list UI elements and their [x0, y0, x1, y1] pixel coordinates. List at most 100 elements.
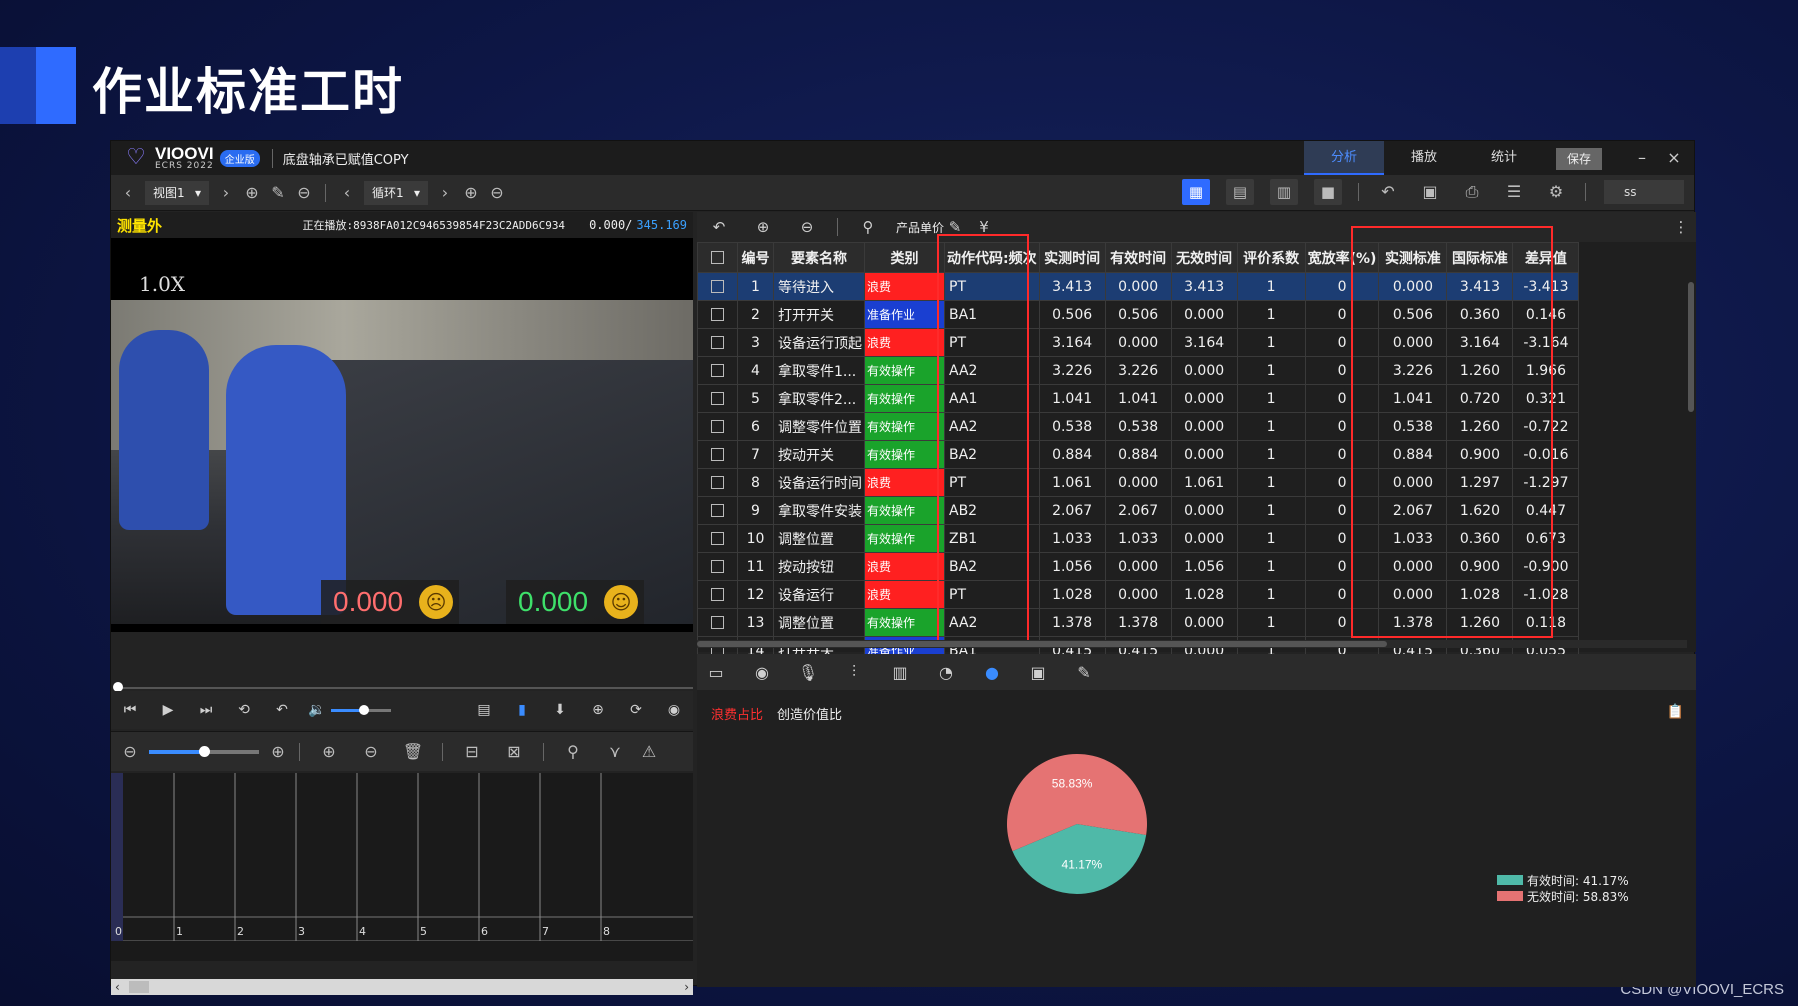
row-checkbox[interactable] [711, 504, 724, 517]
cell-allowance[interactable]: 0 [1304, 328, 1380, 357]
cell-rating-coef[interactable]: 1 [1236, 412, 1306, 441]
column-header[interactable]: 宽放率(%) [1304, 242, 1380, 273]
table-scroll-thumb[interactable] [697, 641, 1387, 647]
save-button[interactable]: 保存 [1556, 148, 1602, 170]
cell-allowance[interactable]: 0 [1304, 552, 1380, 581]
collapse-icon[interactable]: ⊟ [459, 739, 485, 765]
cell-category[interactable]: 浪费 [864, 580, 945, 609]
cell-allowance[interactable]: 0 [1304, 300, 1380, 329]
merge-icon[interactable]: ⋎ [602, 739, 628, 765]
cell-element-name[interactable]: 打开开关 [773, 300, 865, 329]
trash-icon[interactable]: 🗑 [400, 739, 426, 765]
tab-waste-ratio[interactable]: 浪费占比 [711, 704, 763, 723]
timeline-zoom-slider[interactable] [149, 745, 259, 757]
cell-category[interactable]: 有效操作 [864, 608, 945, 637]
cell-category[interactable]: 有效操作 [864, 524, 945, 553]
undo-icon[interactable]: ↶ [1375, 179, 1401, 205]
rewind-icon[interactable]: ↶ [263, 702, 301, 718]
table-row[interactable]: 1 等待进入 浪费 PT 3.413 0.000 3.413 1 0 0.000 3.413 -3.4… [697, 272, 1580, 301]
column-header[interactable]: 评价系数 [1236, 242, 1306, 273]
cell-element-name[interactable]: 拿取零件安装 [773, 496, 865, 525]
timeline-scrollbar[interactable]: ‹ › [111, 979, 693, 995]
column-header[interactable]: 编号 [737, 242, 774, 273]
cell-allowance[interactable]: 0 [1304, 580, 1380, 609]
step-forward-icon[interactable]: ⏭ [187, 702, 225, 718]
cell-element-name[interactable]: 拿取零件2... [773, 384, 865, 413]
step-back-icon[interactable]: ⏮ [111, 702, 149, 718]
cell-rating-coef[interactable]: 1 [1236, 524, 1306, 553]
person-icon[interactable]: ⚲ [846, 218, 890, 236]
next-loop-icon[interactable]: › [432, 180, 458, 206]
bookmark-icon[interactable]: ▮ [503, 702, 541, 718]
timeline-zoom-knob[interactable] [199, 745, 210, 757]
select-all-checkbox[interactable] [711, 251, 724, 264]
minimize-icon[interactable]: – [1630, 147, 1654, 169]
table-vertical-scrollbar[interactable] [1688, 282, 1694, 412]
table-row[interactable]: 6 调整零件位置 有效操作 AA2 0.538 0.538 0.000 1 0 0.538 1.26… [697, 412, 1580, 441]
cell-allowance[interactable]: 0 [1304, 384, 1380, 413]
row-checkbox-cell[interactable] [697, 440, 738, 469]
remove-row-icon[interactable]: ⊖ [785, 218, 829, 236]
film-icon[interactable]: ▣ [1417, 179, 1443, 205]
person-icon[interactable]: ⚲ [560, 739, 586, 765]
table-row[interactable]: 5 拿取零件2... 有效操作 AA1 1.041 1.041 0.000 1 0 1.041 0.… [697, 384, 1580, 413]
cell-element-name[interactable]: 按动按钮 [773, 552, 865, 581]
cell-rating-coef[interactable]: 1 [1236, 608, 1306, 637]
layout-single-icon[interactable]: ■ [1314, 179, 1342, 205]
table-row[interactable]: 3 设备运行顶起 浪费 PT 3.164 0.000 3.164 1 0 0.000 3.164 -3… [697, 328, 1580, 357]
row-checkbox[interactable] [711, 476, 724, 489]
row-checkbox-cell[interactable] [697, 412, 738, 441]
cell-action-code[interactable]: BA2 [944, 552, 1040, 581]
cell-element-name[interactable]: 按动开关 [773, 440, 865, 469]
cell-action-code[interactable]: AA2 [944, 608, 1040, 637]
table-row[interactable]: 13 调整位置 有效操作 AA2 1.378 1.378 0.000 1 0 1.378 1.260… [697, 608, 1580, 637]
cell-action-code[interactable]: BA1 [944, 300, 1040, 329]
timeline[interactable]: 0 1 2 3 4 5 6 7 8 [111, 773, 693, 961]
table-row[interactable]: 9 拿取零件安装 有效操作 AB2 2.067 2.067 0.000 1 0 2.067 1.62… [697, 496, 1580, 525]
cell-action-code[interactable]: ZB1 [944, 524, 1040, 553]
table-row[interactable]: 10 调整位置 有效操作 ZB1 1.033 1.033 0.000 1 0 1.033 0.360… [697, 524, 1580, 553]
cell-element-name[interactable]: 调整位置 [773, 608, 865, 637]
cell-element-name[interactable]: 设备运行顶起 [773, 328, 865, 357]
tab-playback[interactable]: 播放 [1384, 141, 1464, 175]
clear-icon[interactable]: ⊠ [501, 739, 527, 765]
add-view-icon[interactable]: ⊕ [239, 180, 265, 206]
volume-slider[interactable] [331, 704, 391, 715]
undo-icon[interactable]: ↶ [697, 218, 741, 236]
pen-icon[interactable]: ✎ [1061, 663, 1107, 682]
currency-icon[interactable]: ¥ [966, 218, 1002, 236]
volume-control[interactable]: 🔉 [307, 702, 391, 718]
comment-icon[interactable]: ▭ [693, 663, 739, 682]
cell-rating-coef[interactable]: 1 [1236, 552, 1306, 581]
row-checkbox[interactable] [711, 560, 724, 573]
folder-icon[interactable]: ▣ [1015, 663, 1061, 682]
pie-chart-icon[interactable]: ◔ [923, 663, 969, 682]
remove-view-icon[interactable]: ⊖ [291, 180, 317, 206]
volume-knob[interactable] [359, 704, 369, 715]
row-checkbox[interactable] [711, 280, 724, 293]
download-icon[interactable]: ⬇ [541, 702, 579, 718]
cell-category[interactable]: 浪费 [864, 552, 945, 581]
cell-action-code[interactable]: BA2 [944, 440, 1040, 469]
cell-allowance[interactable]: 0 [1304, 608, 1380, 637]
video-frame[interactable]: 0.000 ☹ 0.000 ☺ [111, 300, 693, 624]
column-header[interactable]: 国际标准 [1446, 242, 1514, 273]
timeline-scroll-thumb[interactable] [129, 981, 149, 993]
cell-category[interactable]: 浪费 [864, 468, 945, 497]
cell-rating-coef[interactable]: 1 [1236, 328, 1306, 357]
cell-rating-coef[interactable]: 1 [1236, 580, 1306, 609]
loop-icon[interactable]: ⟲ [225, 702, 263, 718]
cell-allowance[interactable]: 0 [1304, 468, 1380, 497]
table-row[interactable]: 4 拿取零件1... 有效操作 AA2 3.226 3.226 0.000 1 0 3.226 1.… [697, 356, 1580, 385]
row-checkbox[interactable] [711, 420, 724, 433]
table-horizontal-scrollbar[interactable] [697, 640, 1687, 648]
zoom-in-icon[interactable]: ⊕ [265, 739, 291, 765]
row-checkbox[interactable] [711, 616, 724, 629]
bar-chart-icon[interactable]: ▥ [877, 663, 923, 682]
microphone-icon[interactable]: 🎙 [785, 663, 831, 682]
play-icon[interactable]: ▶ [149, 702, 187, 718]
tab-statistics[interactable]: 统计 [1464, 141, 1544, 175]
cell-category[interactable]: 浪费 [864, 272, 945, 301]
column-header[interactable]: 动作代码:频次 [944, 242, 1040, 273]
table-row[interactable]: 7 按动开关 有效操作 BA2 0.884 0.884 0.000 1 0 0.884 0.900-… [697, 440, 1580, 469]
